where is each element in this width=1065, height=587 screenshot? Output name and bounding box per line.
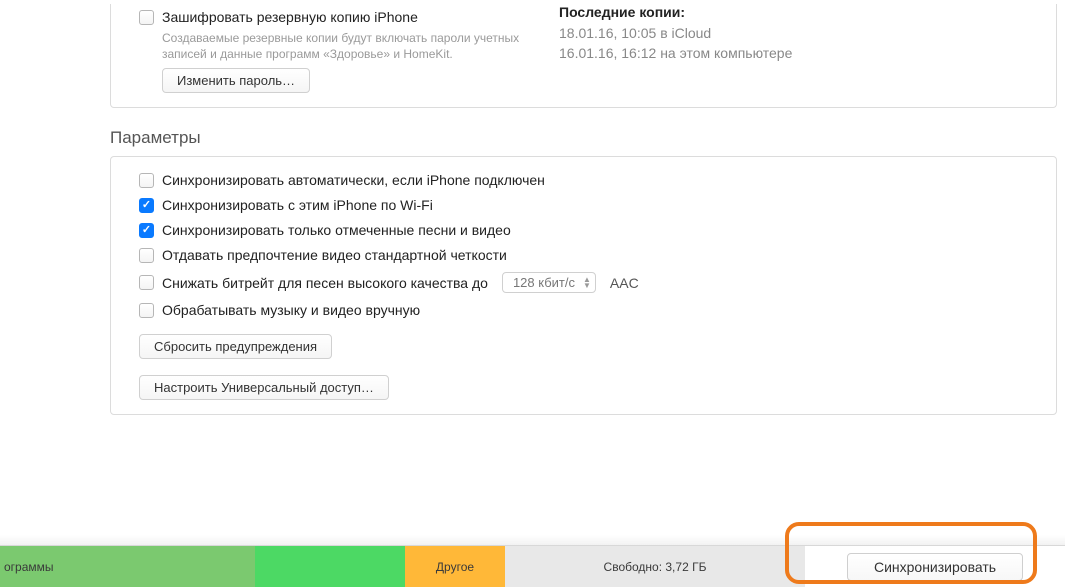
- manual-manage-label: Обрабатывать музыку и видео вручную: [162, 302, 420, 318]
- bitrate-value: 128 кбит/с: [513, 275, 575, 290]
- auto-sync-checkbox[interactable]: [139, 173, 154, 188]
- options-section-title: Параметры: [110, 128, 1065, 148]
- prefer-sd-label: Отдавать предпочтение видео стандартной …: [162, 247, 507, 263]
- sync-button[interactable]: Синхронизировать: [847, 553, 1023, 581]
- storage-segment-other: Другое: [405, 546, 505, 587]
- bitrate-select[interactable]: 128 кбит/с ▲▼: [502, 272, 596, 293]
- footer-bar: ограммы Другое Свободно: 3,72 ГБ Синхрон…: [0, 545, 1065, 587]
- backup-entry: 16.01.16, 16:12 на этом компьютере: [559, 44, 792, 64]
- checked-only-label: Синхронизировать только отмеченные песни…: [162, 222, 511, 238]
- checked-only-checkbox[interactable]: [139, 223, 154, 238]
- reduce-bitrate-checkbox[interactable]: [139, 275, 154, 290]
- change-password-button[interactable]: Изменить пароль…: [162, 68, 310, 93]
- encrypt-backup-checkbox[interactable]: [139, 10, 154, 25]
- universal-access-button[interactable]: Настроить Универсальный доступ…: [139, 375, 389, 400]
- encrypt-backup-subtext: Создаваемые резервные копии будут включа…: [162, 30, 542, 62]
- options-panel: Синхронизировать автоматически, если iPh…: [110, 156, 1057, 415]
- wifi-sync-checkbox[interactable]: [139, 198, 154, 213]
- storage-bar[interactable]: ограммы Другое Свободно: 3,72 ГБ: [0, 546, 805, 587]
- auto-sync-label: Синхронизировать автоматически, если iPh…: [162, 172, 545, 188]
- bitrate-suffix: AAC: [610, 275, 639, 291]
- reset-warnings-button[interactable]: Сбросить предупреждения: [139, 334, 332, 359]
- backup-entry: 18.01.16, 10:05 в iCloud: [559, 24, 792, 44]
- last-backups-title: Последние копии:: [559, 4, 792, 20]
- storage-segment-free: Свободно: 3,72 ГБ: [505, 546, 805, 587]
- wifi-sync-label: Синхронизировать с этим iPhone по Wi-Fi: [162, 197, 433, 213]
- reduce-bitrate-label: Снижать битрейт для песен высокого качес…: [162, 275, 488, 291]
- manual-manage-checkbox[interactable]: [139, 303, 154, 318]
- prefer-sd-checkbox[interactable]: [139, 248, 154, 263]
- encrypt-backup-label: Зашифровать резервную копию iPhone: [162, 9, 418, 25]
- backup-panel: Зашифровать резервную копию iPhone Созда…: [110, 4, 1057, 108]
- storage-segment-apps: ограммы: [0, 546, 255, 587]
- storage-segment-apps2: [255, 546, 405, 587]
- stepper-icon: ▲▼: [583, 277, 591, 289]
